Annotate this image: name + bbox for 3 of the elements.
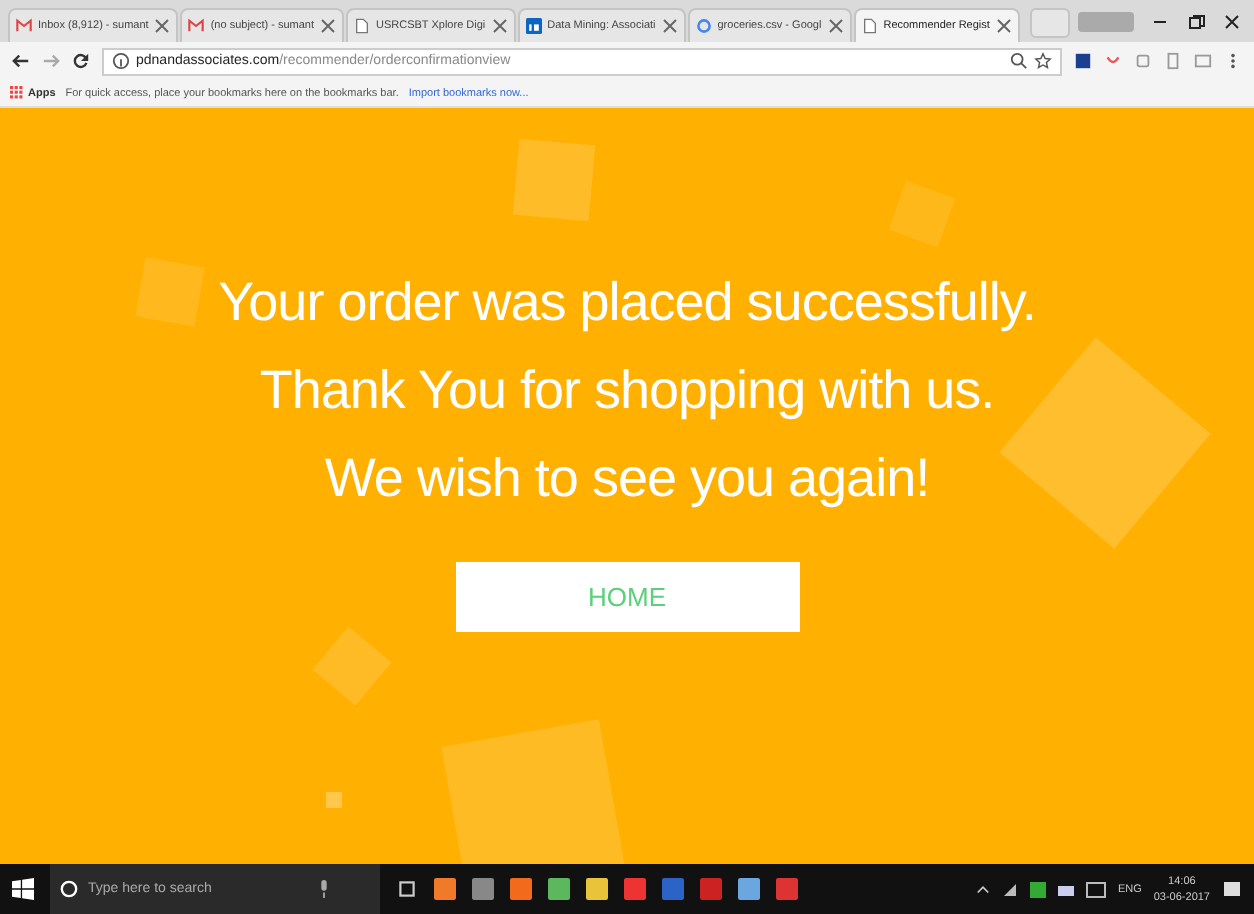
confirmation-message: Your order was placed successfully.	[218, 270, 1036, 336]
confirmation-message: Thank You for shopping with us.	[259, 358, 995, 424]
confirmation-message: We wish to see you again!	[324, 446, 930, 512]
